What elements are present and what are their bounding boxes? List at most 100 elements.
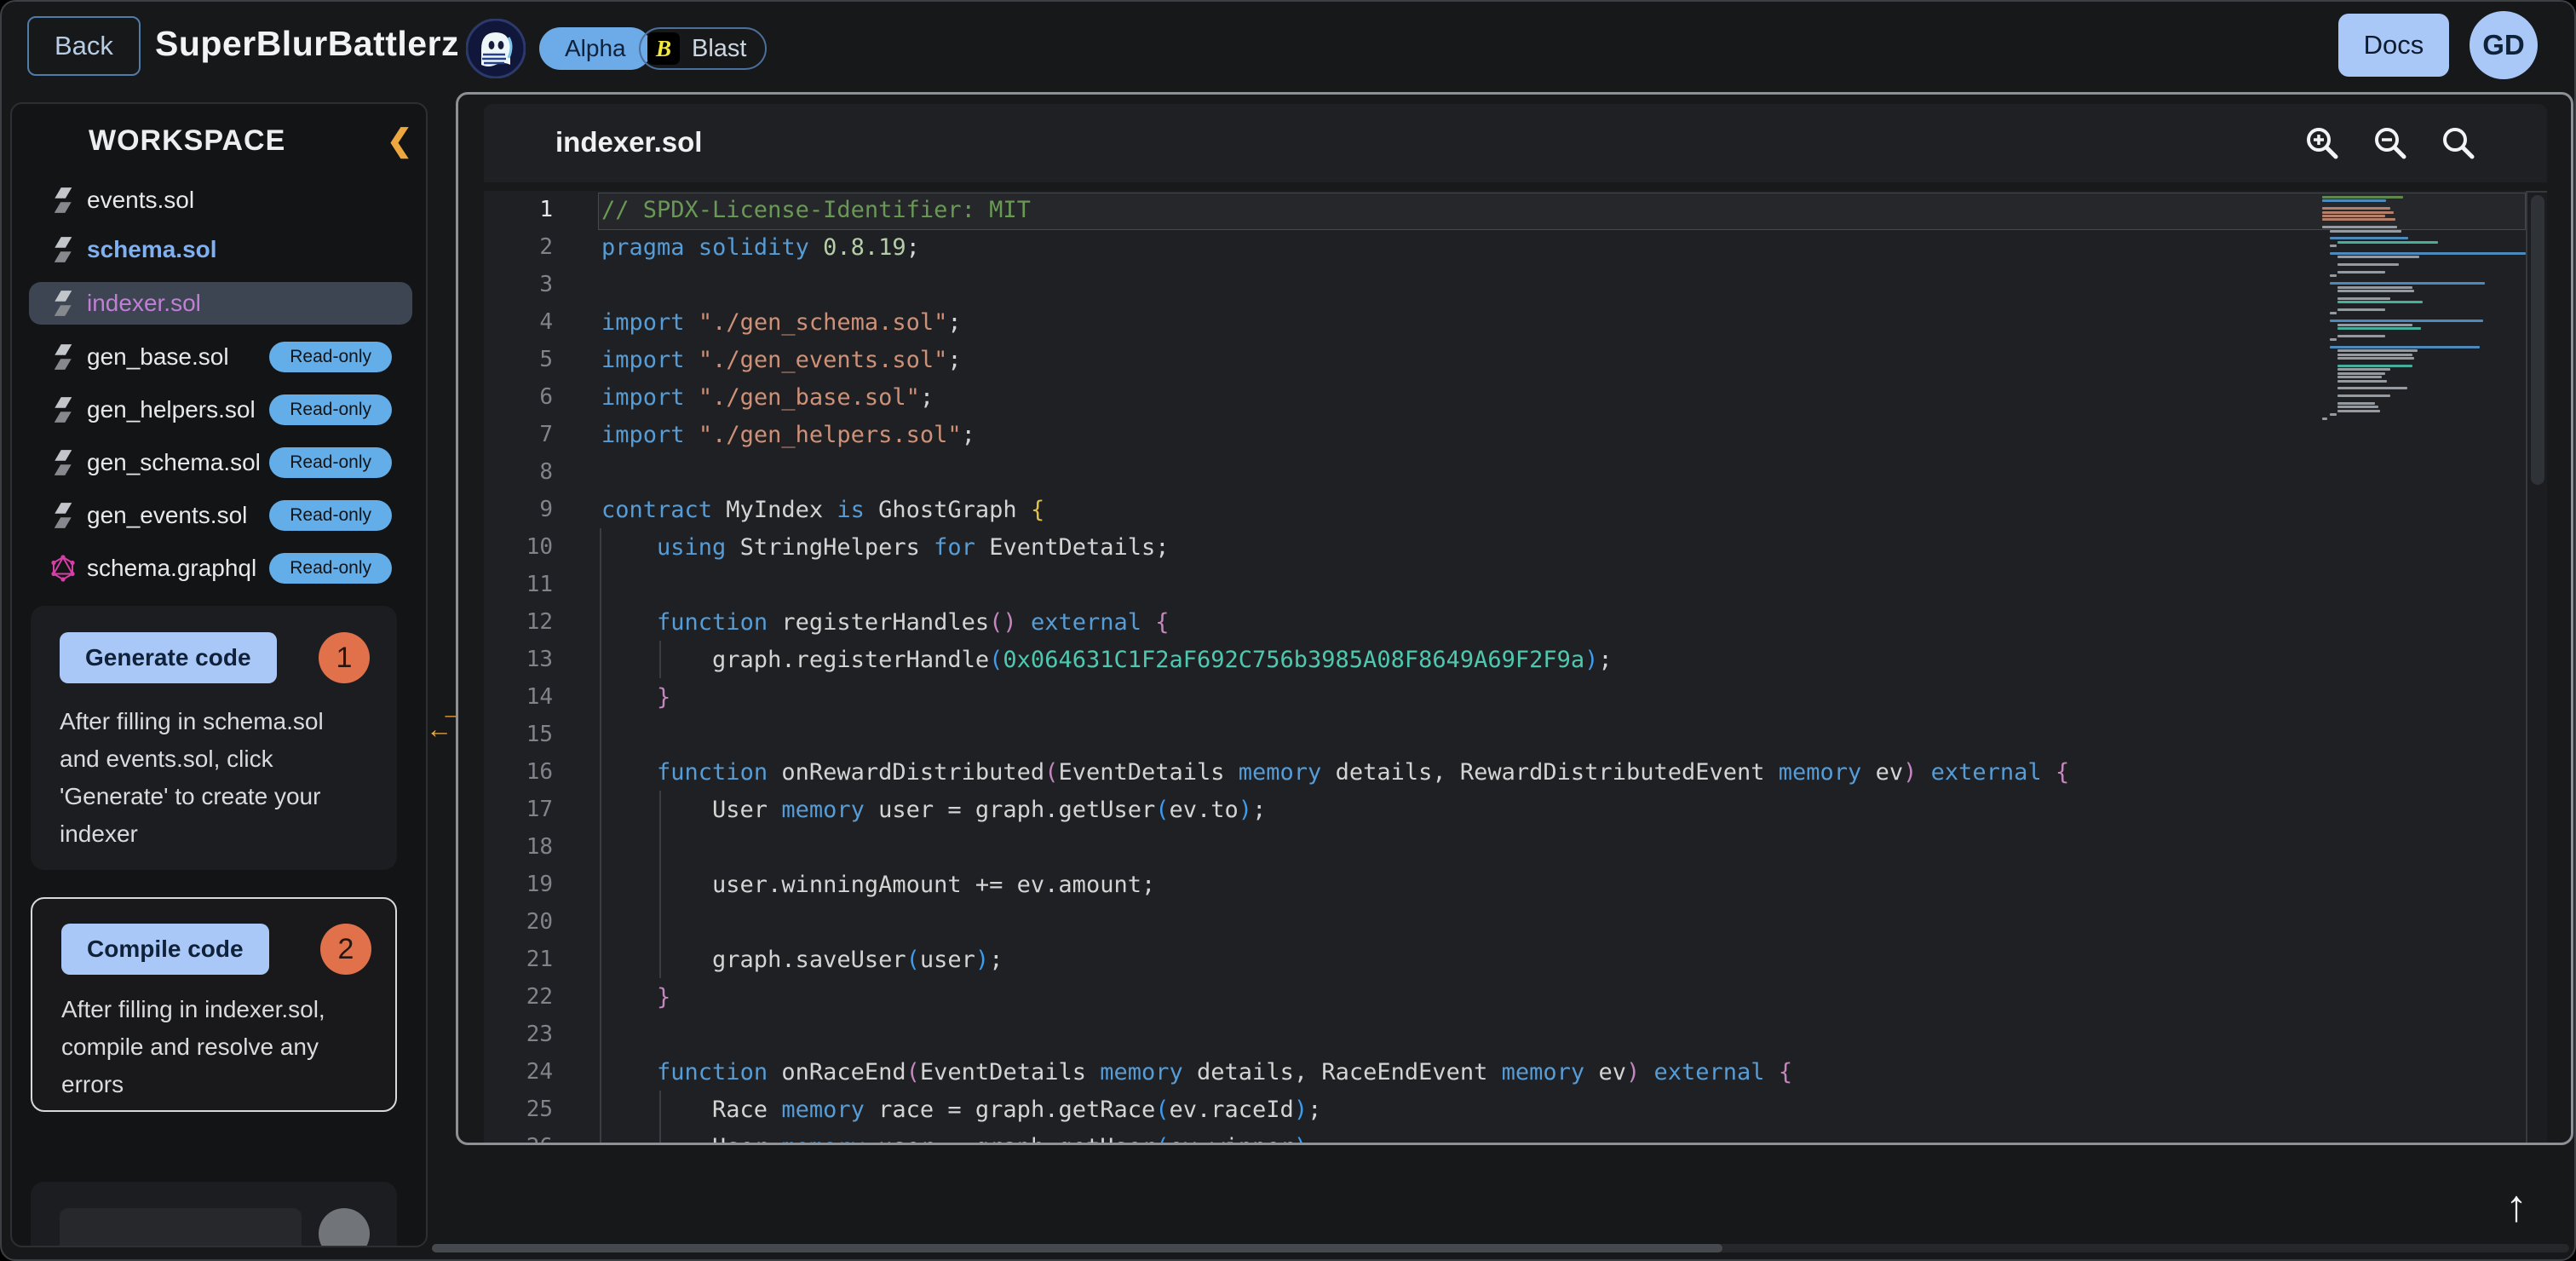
line-number: 10 (484, 534, 553, 560)
minimap-line (2322, 215, 2385, 217)
minimap-line (2322, 211, 2394, 214)
generate-code-button[interactable]: Generate code (60, 632, 277, 683)
minimap-line (2322, 199, 2386, 202)
line-number: 12 (484, 609, 553, 635)
vertical-scrollbar[interactable] (2526, 191, 2547, 1145)
file-item-gen_base.sol[interactable]: gen_base.solRead-only (29, 336, 412, 378)
solidity-icon (51, 343, 75, 371)
minimap-line (2337, 324, 2412, 326)
blast-label: Blast (692, 35, 746, 63)
step-3-button[interactable] (60, 1208, 302, 1247)
file-item-gen_events.sol[interactable]: gen_events.solRead-only (29, 494, 412, 537)
line-content: using StringHelpers for EventDetails; (601, 534, 1170, 561)
minimap-line (2330, 282, 2485, 285)
line-number: 14 (484, 684, 553, 710)
code-line-21: 21 graph.saveUser(user); (484, 941, 2528, 978)
code-line-13: 13 graph.registerHandle(0x064631C1F2aF69… (484, 641, 2528, 678)
file-item-indexer.sol[interactable]: indexer.sol (29, 282, 412, 325)
file-item-gen_helpers.sol[interactable]: gen_helpers.solRead-only (29, 389, 412, 431)
code-line-19: 19 user.winningAmount += ev.amount; (484, 866, 2528, 903)
step-1-card: Generate code 1 After filling in schema.… (31, 606, 397, 870)
step-3-number-badge (319, 1208, 370, 1247)
code-line-3: 3 (484, 266, 2528, 303)
minimap-line (2330, 320, 2483, 322)
line-number: 6 (484, 384, 553, 410)
zoom-in-icon[interactable] (2303, 124, 2341, 162)
app-title: SuperBlurBattlerz (155, 24, 459, 64)
file-item-schema.graphql[interactable]: schema.graphqlRead-only (29, 547, 412, 590)
file-name: gen_events.sol (87, 502, 247, 529)
code-line-25: 25 Race memory race = graph.getRace(ev.r… (484, 1091, 2528, 1128)
line-number: 13 (484, 647, 553, 672)
file-name: schema.sol (87, 236, 217, 263)
line-number: 25 (484, 1097, 553, 1122)
line-number: 2 (484, 234, 553, 260)
user-avatar[interactable]: GD (2470, 11, 2538, 79)
line-content: import "./gen_schema.sol"; (601, 309, 962, 336)
code-line-23: 23 (484, 1016, 2528, 1053)
line-number: 20 (484, 909, 553, 935)
minimap-line (2337, 286, 2412, 289)
line-number: 8 (484, 459, 553, 485)
solidity-icon (51, 502, 75, 529)
line-content: graph.registerHandle(0x064631C1F2aF692C7… (601, 647, 1613, 673)
blast-logo-icon: B (647, 32, 680, 65)
top-header: Back SuperBlurBattlerz Alpha B Blast Doc… (2, 2, 2576, 97)
line-number: 17 (484, 797, 553, 822)
file-name: gen_helpers.sol (87, 396, 256, 423)
ghost-logo-icon (466, 19, 526, 78)
line-content: import "./gen_helpers.sol"; (601, 422, 975, 448)
docs-button[interactable]: Docs (2338, 14, 2449, 77)
step-1-description: After filling in schema.sol and events.s… (60, 703, 363, 853)
minimap-line (2337, 241, 2438, 244)
file-item-gen_schema.sol[interactable]: gen_schema.solRead-only (29, 441, 412, 484)
minimap-line (2322, 226, 2397, 228)
workspace-title: WORKSPACE (89, 124, 285, 158)
horizontal-scrollbar[interactable] (432, 1244, 2569, 1252)
line-number: 19 (484, 872, 553, 897)
resize-handle-left-icon[interactable]: ← (426, 714, 452, 745)
minimap-line (2337, 394, 2390, 397)
code-line-11: 11 (484, 566, 2528, 603)
file-item-schema.sol[interactable]: schema.sol (29, 228, 412, 271)
back-button[interactable]: Back (27, 16, 141, 76)
minimap-line (2322, 218, 2395, 221)
minimap-line (2330, 346, 2480, 348)
collapse-sidebar-icon[interactable]: ❮ (387, 123, 412, 158)
line-number: 18 (484, 834, 553, 860)
zoom-out-icon[interactable] (2372, 124, 2409, 162)
vertical-scrollbar-thumb[interactable] (2531, 195, 2544, 485)
minimap[interactable] (2322, 196, 2521, 622)
graphql-icon (51, 555, 75, 582)
horizontal-scrollbar-thumb[interactable] (432, 1244, 1722, 1252)
line-content: } (601, 684, 670, 711)
line-number: 22 (484, 984, 553, 1010)
editor-panel: indexer.sol (456, 92, 2573, 1145)
line-number: 15 (484, 722, 553, 747)
readonly-badge: Read-only (269, 342, 392, 372)
minimap-line (2330, 245, 2337, 247)
alpha-badge: Alpha (539, 27, 652, 70)
code-line-5: 5import "./gen_events.sol"; (484, 341, 2528, 378)
readonly-badge: Read-only (269, 553, 392, 584)
file-item-events.sol[interactable]: events.sol (29, 179, 412, 222)
code-line-26: 26 User memory user = graph.getUser(ev.w… (484, 1128, 2528, 1145)
app-window: Back SuperBlurBattlerz Alpha B Blast Doc… (0, 0, 2576, 1261)
scroll-to-top-button[interactable]: ↑ (2491, 1181, 2542, 1232)
minimap-line (2337, 354, 2412, 356)
line-content: import "./gen_events.sol"; (601, 347, 962, 373)
line-content: function registerHandles() external { (601, 609, 1170, 636)
minimap-line (2330, 252, 2526, 255)
code-line-18: 18 (484, 828, 2528, 866)
minimap-line (2337, 290, 2414, 292)
compile-code-button[interactable]: Compile code (61, 924, 269, 975)
search-icon[interactable] (2440, 124, 2477, 162)
step-1-number-badge: 1 (319, 632, 370, 683)
blast-badge[interactable]: B Blast (639, 27, 767, 70)
line-number: 16 (484, 759, 553, 785)
workspace-sidebar: WORKSPACE ❮ events.sol schema.sol indexer.… (10, 102, 428, 1247)
code-area[interactable]: 1// SPDX-License-Identifier: MIT2pragma … (484, 191, 2547, 1145)
minimap-line (2330, 312, 2337, 314)
minimap-line (2337, 297, 2390, 300)
line-content: function onRewardDistributed(EventDetail… (601, 759, 2069, 786)
